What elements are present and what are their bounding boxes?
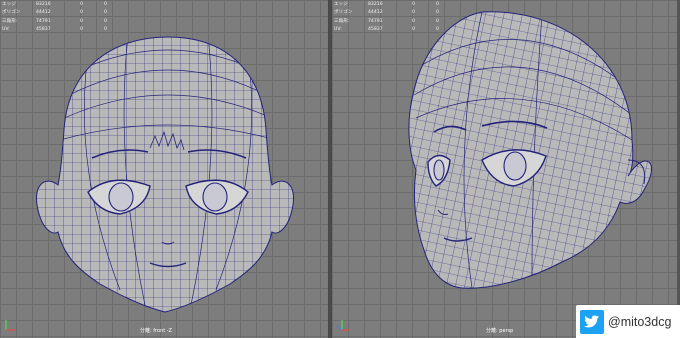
axis-gizmo-icon — [336, 320, 349, 331]
front-viewport[interactable]: エッジ 83216 0 0 ポリゴン 44412 0 0 三角形: 74791 … — [0, 0, 328, 338]
twitter-bird-icon — [580, 309, 604, 334]
camera-label: 分離: front -Z — [140, 328, 172, 334]
twitter-badge: @mito3dcg — [576, 305, 680, 338]
front-head-mesh[interactable] — [0, 0, 328, 338]
axis-gizmo-icon — [5, 320, 16, 331]
camera-label: 分離: persp — [486, 328, 514, 334]
persp-head-mesh[interactable] — [332, 0, 680, 338]
perspective-viewport[interactable]: エッジ 83216 0 0 ポリゴン 44412 0 0 三角形: 74791 … — [332, 0, 680, 338]
twitter-handle: @mito3dcg — [608, 314, 672, 329]
